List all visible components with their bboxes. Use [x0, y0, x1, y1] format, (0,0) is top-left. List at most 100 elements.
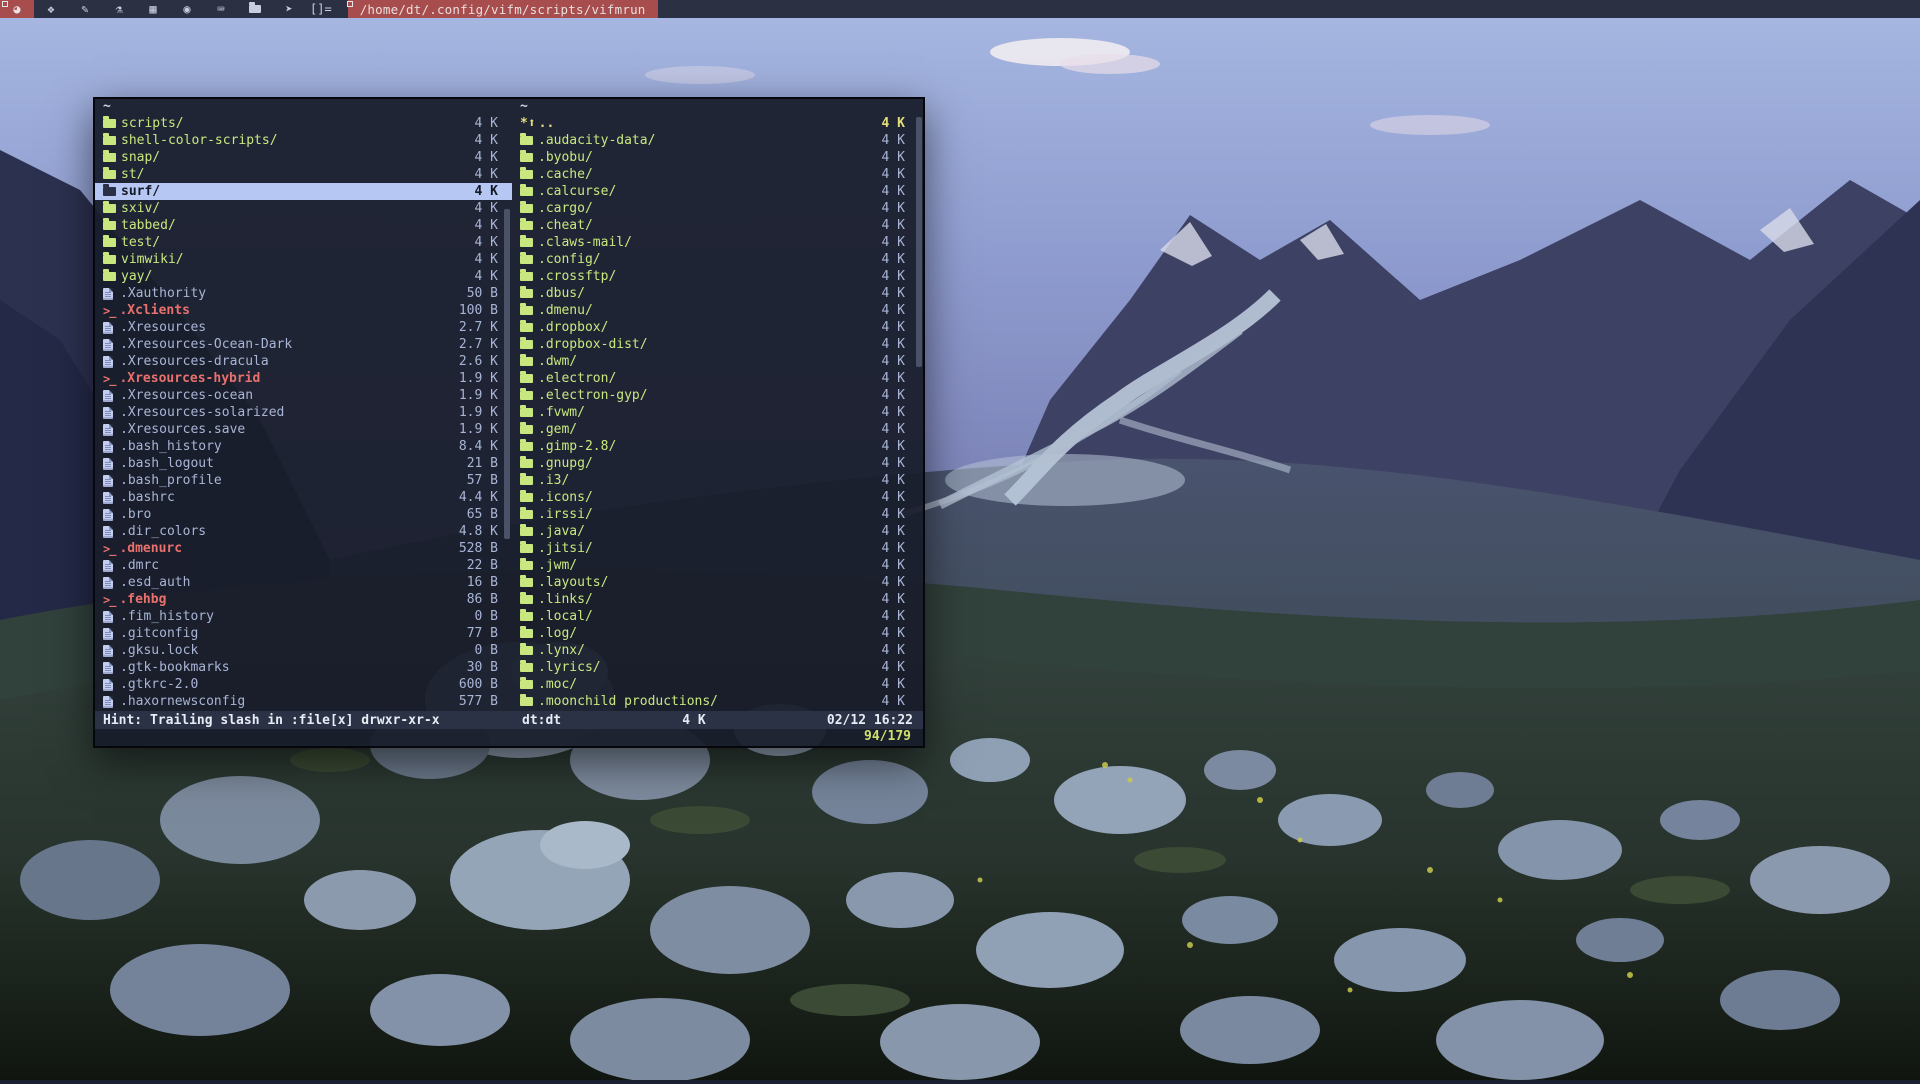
file-row[interactable]: surf/4 K: [95, 183, 512, 200]
file-row[interactable]: yay/4 K: [95, 268, 512, 285]
file-row[interactable]: .dropbox-dist/4 K: [512, 336, 923, 353]
file-row[interactable]: .lynx/4 K: [512, 642, 923, 659]
file-row[interactable]: .log/4 K: [512, 625, 923, 642]
file-row[interactable]: .Xresources-ocean1.9 K: [95, 387, 512, 404]
file-row[interactable]: .lyrics/4 K: [512, 659, 923, 676]
file-row[interactable]: .cargo/4 K: [512, 200, 923, 217]
left-pane-scrollbar[interactable]: [504, 209, 510, 539]
file-row[interactable]: .icons/4 K: [512, 489, 923, 506]
workspace-telegram-icon[interactable]: ➤: [272, 0, 306, 18]
file-row[interactable]: vimwiki/4 K: [95, 251, 512, 268]
file-row[interactable]: >_.dmenurc528 B: [95, 540, 512, 557]
file-row[interactable]: .bash_logout21 B: [95, 455, 512, 472]
file-row[interactable]: .dwm/4 K: [512, 353, 923, 370]
file-row[interactable]: .config/4 K: [512, 251, 923, 268]
file-row[interactable]: .dbus/4 K: [512, 285, 923, 302]
file-row[interactable]: .dmrc22 B: [95, 557, 512, 574]
file-size: 21 B: [467, 456, 498, 471]
file-row[interactable]: .gksu.lock0 B: [95, 642, 512, 659]
file-row[interactable]: scripts/4 K: [95, 115, 512, 132]
file-row[interactable]: .cheat/4 K: [512, 217, 923, 234]
file-row[interactable]: .byobu/4 K: [512, 149, 923, 166]
file-row[interactable]: .crossftp/4 K: [512, 268, 923, 285]
workspace-files-folder-icon[interactable]: [238, 0, 272, 18]
file-row[interactable]: .Xresources2.7 K: [95, 319, 512, 336]
workspace-package-icon[interactable]: ❖: [34, 0, 68, 18]
file-row[interactable]: .Xresources.save1.9 K: [95, 421, 512, 438]
file-row[interactable]: .electron-gyp/4 K: [512, 387, 923, 404]
file-row[interactable]: .Xresources-Ocean-Dark2.7 K: [95, 336, 512, 353]
file-size: 4 K: [882, 354, 905, 369]
file-row[interactable]: >_.Xclients100 B: [95, 302, 512, 319]
file-row[interactable]: >_.fehbg86 B: [95, 591, 512, 608]
file-name: .dbus/: [538, 286, 874, 301]
file-row[interactable]: .Xauthority50 B: [95, 285, 512, 302]
file-row[interactable]: .moc/4 K: [512, 676, 923, 693]
file-row[interactable]: .cache/4 K: [512, 166, 923, 183]
file-row[interactable]: .links/4 K: [512, 591, 923, 608]
file-row[interactable]: .Xresources-solarized1.9 K: [95, 404, 512, 421]
file-row[interactable]: shell-color-scripts/4 K: [95, 132, 512, 149]
file-row[interactable]: .esd_auth16 B: [95, 574, 512, 591]
file-row[interactable]: .dmenu/4 K: [512, 302, 923, 319]
file-row[interactable]: .fim_history0 B: [95, 608, 512, 625]
file-row[interactable]: .audacity-data/4 K: [512, 132, 923, 149]
workspace-image-icon[interactable]: ▦: [136, 0, 170, 18]
file-row[interactable]: .dir_colors4.8 K: [95, 523, 512, 540]
file-row[interactable]: .i3/4 K: [512, 472, 923, 489]
file-row[interactable]: .bash_profile57 B: [95, 472, 512, 489]
file-name: .bashrc: [120, 490, 451, 505]
workspace-computer-icon[interactable]: ⌨: [204, 0, 238, 18]
vifm-statusline: Hint: Trailing slash in :file[x] drwxr-x…: [95, 711, 923, 729]
file-row[interactable]: >_.Xresources-hybrid1.9 K: [95, 370, 512, 387]
file-size: 2.7 K: [459, 320, 498, 335]
file-icon: [103, 441, 113, 453]
file-row[interactable]: .calcurse/4 K: [512, 183, 923, 200]
file-row[interactable]: .moonchild productions/4 K: [512, 693, 923, 710]
file-name: .Xauthority: [120, 286, 459, 301]
file-row[interactable]: .bro65 B: [95, 506, 512, 523]
file-name: .Xresources-hybrid: [119, 371, 450, 386]
file-size: 4 K: [882, 592, 905, 607]
file-row[interactable]: .haxornewsconfig 577 B: [95, 693, 512, 710]
file-row[interactable]: .jitsi/4 K: [512, 540, 923, 557]
file-name: .haxornewsconfig: [120, 694, 451, 709]
file-row[interactable]: tabbed/4 K: [95, 217, 512, 234]
file-row[interactable]: test/4 K: [95, 234, 512, 251]
file-row[interactable]: .claws-mail/4 K: [512, 234, 923, 251]
file-size: 4.4 K: [459, 490, 498, 505]
file-row[interactable]: .bash_history8.4 K: [95, 438, 512, 455]
file-row[interactable]: snap/4 K: [95, 149, 512, 166]
file-row[interactable]: .local/4 K: [512, 608, 923, 625]
file-row[interactable]: st/4 K: [95, 166, 512, 183]
workspace-video-camera-icon[interactable]: ◉: [170, 0, 204, 18]
file-row[interactable]: .gem/4 K: [512, 421, 923, 438]
workspace-lab-flask-icon[interactable]: ⚗: [102, 0, 136, 18]
file-row[interactable]: .layouts/4 K: [512, 574, 923, 591]
file-size: 4 K: [882, 439, 905, 454]
file-row[interactable]: .irssi/4 K: [512, 506, 923, 523]
file-row[interactable]: .gtkrc-2.0600 B: [95, 676, 512, 693]
file-icon: [103, 356, 113, 368]
file-name: sxiv/: [121, 201, 467, 216]
file-row[interactable]: sxiv/4 K: [95, 200, 512, 217]
file-size: 22 B: [467, 558, 498, 573]
file-row[interactable]: .fvwm/4 K: [512, 404, 923, 421]
file-row[interactable]: .gnupg/4 K: [512, 455, 923, 472]
file-row[interactable]: .jwm/4 K: [512, 557, 923, 574]
file-size: 577 B: [459, 694, 498, 709]
file-row[interactable]: .gtk-bookmarks30 B: [95, 659, 512, 676]
right-pane-scrollbar[interactable]: [916, 117, 922, 367]
file-row[interactable]: .electron/4 K: [512, 370, 923, 387]
file-row[interactable]: .java/4 K: [512, 523, 923, 540]
file-row[interactable]: .gimp-2.8/4 K: [512, 438, 923, 455]
file-row[interactable]: .Xresources-dracula2.6 K: [95, 353, 512, 370]
folder-icon: [520, 493, 533, 502]
file-row[interactable]: .dropbox/4 K: [512, 319, 923, 336]
file-row[interactable]: .gitconfig77 B: [95, 625, 512, 642]
vifm-window: ~ scripts/4 Kshell-color-scripts/4 Ksnap…: [93, 97, 925, 748]
file-row[interactable]: .bashrc 4.4 K: [95, 489, 512, 506]
file-row[interactable]: *⬆..4 K: [512, 115, 923, 132]
workspace-edit-icon[interactable]: ✎: [68, 0, 102, 18]
focused-window-title[interactable]: /home/dt/.config/vifm/scripts/vifmrun: [348, 0, 658, 18]
